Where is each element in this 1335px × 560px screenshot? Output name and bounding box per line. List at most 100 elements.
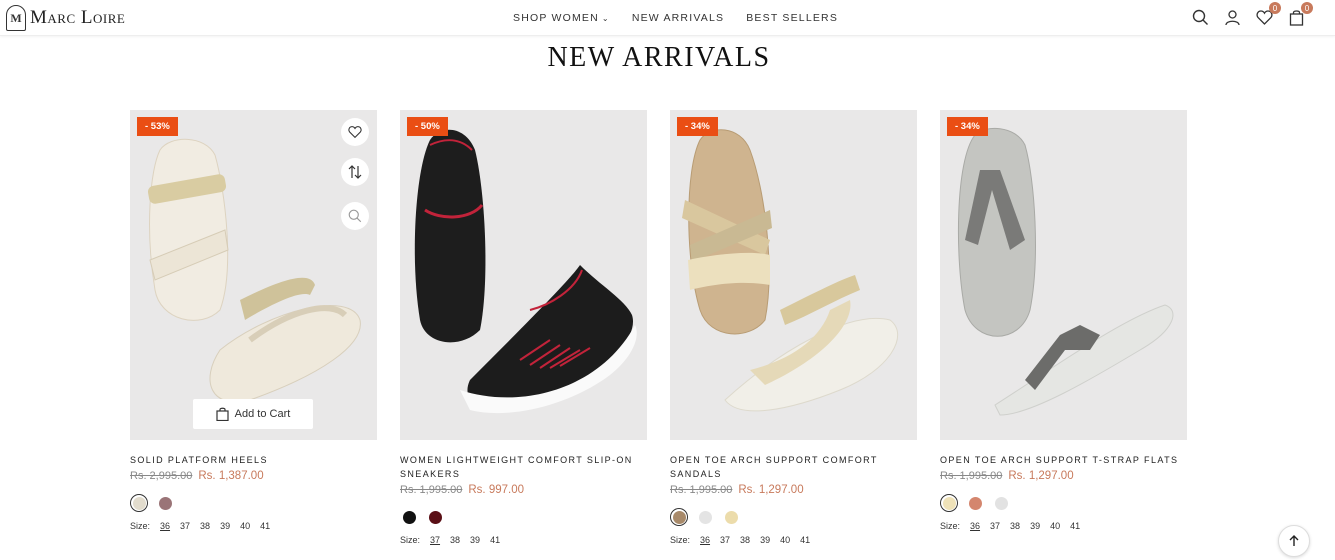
nav-item-new-arrivals[interactable]: NEW ARRIVALS <box>632 12 724 24</box>
search-icon[interactable] <box>1191 8 1209 26</box>
color-swatch[interactable] <box>400 508 418 526</box>
size-label: Size: <box>130 521 151 531</box>
sandal-illustration <box>682 129 899 412</box>
size-label: Size: <box>940 521 961 531</box>
main-nav: SHOP WOMEN ⌄ NEW ARRIVALS BEST SELLERS <box>513 12 838 24</box>
add-to-wishlist-button[interactable] <box>341 118 369 146</box>
original-price: Rs. 1,995.00 <box>400 484 463 496</box>
nav-item-label: SHOP WOMEN <box>513 12 599 24</box>
brand-logo[interactable]: M Marc Loire <box>6 5 125 31</box>
scroll-to-top-button[interactable] <box>1278 525 1310 557</box>
price-row: Rs. 1,995.00 Rs. 997.00 <box>400 484 647 496</box>
add-to-cart-button[interactable]: Add to Cart <box>193 399 313 429</box>
color-swatch[interactable] <box>966 494 984 512</box>
size-option[interactable]: 37 <box>720 535 730 545</box>
flip-flop-illustration <box>957 127 1174 416</box>
discount-badge: - 50% <box>407 117 448 136</box>
add-to-cart-label: Add to Cart <box>234 408 291 420</box>
color-swatch[interactable] <box>992 494 1010 512</box>
product-name[interactable]: WOMEN LIGHTWEIGHT COMFORT SLIP-ON SNEAKE… <box>400 453 647 481</box>
size-label: Size: <box>400 535 421 545</box>
discount-badge: - 34% <box>677 117 718 136</box>
product-image[interactable]: - 34% <box>670 110 917 440</box>
size-option[interactable]: 38 <box>450 535 460 545</box>
compare-button[interactable] <box>341 158 369 186</box>
color-swatches <box>670 508 917 526</box>
size-option[interactable]: 36 <box>970 521 980 531</box>
size-option[interactable]: 39 <box>220 521 230 531</box>
color-swatch[interactable] <box>940 494 958 512</box>
nav-item-shop-women[interactable]: SHOP WOMEN ⌄ <box>513 12 610 24</box>
nav-item-best-sellers[interactable]: BEST SELLERS <box>746 12 838 24</box>
product-card[interactable]: - 53% Add to Cart SOLID PLATFORM HEELS R… <box>130 110 377 531</box>
size-options: Size: 37 38 39 41 <box>400 535 647 545</box>
sneaker-illustration <box>414 129 637 414</box>
brand-logo-mark: M <box>6 5 26 31</box>
size-options: Size: 36 37 38 39 40 41 <box>940 521 1187 531</box>
product-name[interactable]: SOLID PLATFORM HEELS <box>130 453 377 467</box>
original-price: Rs. 1,995.00 <box>940 470 1003 482</box>
sandal-illustration <box>147 138 361 403</box>
size-option[interactable]: 36 <box>700 535 710 545</box>
section-title: NEW ARRIVALS <box>547 42 771 73</box>
price-row: Rs. 2,995.00 Rs. 1,387.00 <box>130 470 377 482</box>
size-option[interactable]: 38 <box>200 521 210 531</box>
size-options: Size: 36 37 38 39 40 41 <box>670 535 917 545</box>
product-card[interactable]: - 34% OPEN TOE ARCH SUPPORT COMFORT SAND… <box>670 110 917 545</box>
wishlist-count-badge: 0 <box>1269 2 1281 14</box>
product-card[interactable]: - 50% WOMEN LIGHTWEIGHT COMFORT SLIP-ON … <box>400 110 647 545</box>
color-swatch[interactable] <box>696 508 714 526</box>
color-swatch[interactable] <box>722 508 740 526</box>
color-swatch[interactable] <box>156 494 174 512</box>
price-row: Rs. 1,995.00 Rs. 1,297.00 <box>670 484 917 496</box>
size-option[interactable]: 37 <box>430 535 440 545</box>
color-swatch[interactable] <box>426 508 444 526</box>
sale-price: Rs. 1,387.00 <box>198 470 264 482</box>
compare-arrows-icon <box>348 165 362 179</box>
product-name[interactable]: OPEN TOE ARCH SUPPORT T-STRAP FLATS <box>940 453 1187 467</box>
shopping-bag-icon <box>216 407 229 421</box>
original-price: Rs. 1,995.00 <box>670 484 733 496</box>
product-image[interactable]: - 53% Add to Cart <box>130 110 377 440</box>
wishlist-icon[interactable]: 0 <box>1255 2 1281 26</box>
size-options: Size: 36 37 38 39 40 41 <box>130 521 377 531</box>
site-header: M Marc Loire SHOP WOMEN ⌄ NEW ARRIVALS B… <box>0 0 1335 36</box>
size-option[interactable]: 36 <box>160 521 170 531</box>
cart-icon[interactable]: 0 <box>1287 2 1313 26</box>
color-swatches <box>940 494 1187 512</box>
header-icons: 0 0 <box>1191 2 1313 26</box>
size-option[interactable]: 40 <box>1050 521 1060 531</box>
size-option[interactable]: 39 <box>760 535 770 545</box>
color-swatches <box>130 494 377 512</box>
search-icon <box>348 209 362 223</box>
product-name[interactable]: OPEN TOE ARCH SUPPORT COMFORT SANDALS <box>670 453 917 481</box>
size-option[interactable]: 41 <box>490 535 500 545</box>
size-option[interactable]: 41 <box>800 535 810 545</box>
size-option[interactable]: 39 <box>470 535 480 545</box>
size-label: Size: <box>670 535 691 545</box>
product-card[interactable]: - 34% OPEN TOE ARCH SUPPORT T-STRAP FLAT… <box>940 110 1187 531</box>
discount-badge: - 34% <box>947 117 988 136</box>
size-option[interactable]: 37 <box>180 521 190 531</box>
size-option[interactable]: 37 <box>990 521 1000 531</box>
product-image[interactable]: - 50% <box>400 110 647 440</box>
account-icon[interactable] <box>1223 8 1241 26</box>
quick-view-button[interactable] <box>341 202 369 230</box>
chevron-down-icon: ⌄ <box>601 13 610 23</box>
cart-count-badge: 0 <box>1301 2 1313 14</box>
sale-price: Rs. 1,297.00 <box>1008 470 1074 482</box>
size-option[interactable]: 38 <box>1010 521 1020 531</box>
size-option[interactable]: 40 <box>240 521 250 531</box>
product-image[interactable]: - 34% <box>940 110 1187 440</box>
size-option[interactable]: 38 <box>740 535 750 545</box>
sale-price: Rs. 997.00 <box>468 484 524 496</box>
sale-price: Rs. 1,297.00 <box>738 484 804 496</box>
size-option[interactable]: 41 <box>260 521 270 531</box>
color-swatch[interactable] <box>670 508 688 526</box>
size-option[interactable]: 41 <box>1070 521 1080 531</box>
brand-name: Marc Loire <box>30 7 126 28</box>
size-option[interactable]: 39 <box>1030 521 1040 531</box>
color-swatch[interactable] <box>130 494 148 512</box>
size-option[interactable]: 40 <box>780 535 790 545</box>
color-swatches <box>400 508 647 526</box>
